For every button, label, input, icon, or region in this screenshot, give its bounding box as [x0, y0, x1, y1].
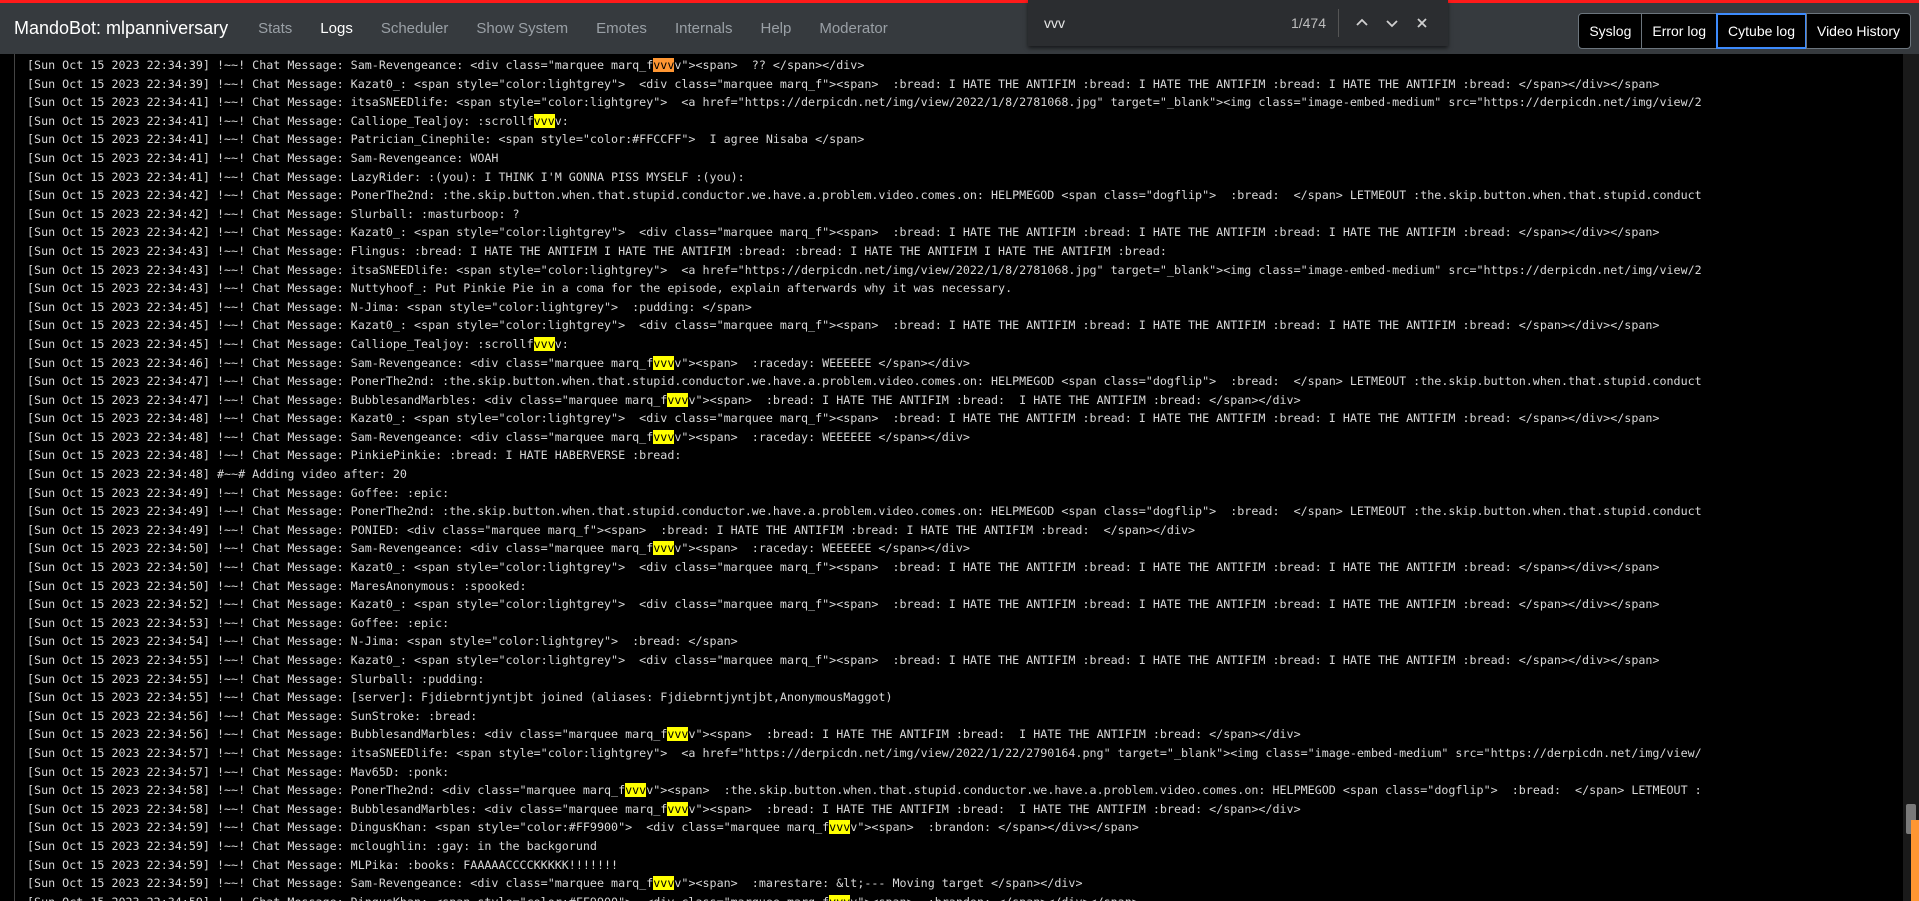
log-line: [Sun Oct 15 2023 22:34:43] !~~! Chat Mes… — [27, 281, 1013, 296]
log-line: [Sun Oct 15 2023 22:34:59] !~~! Chat Mes… — [27, 876, 1083, 891]
search-highlight: vvv — [667, 727, 689, 742]
nav-link-emotes[interactable]: Emotes — [582, 20, 661, 37]
find-divider — [1338, 9, 1339, 37]
search-highlight: vvv — [533, 336, 555, 351]
scrollbar[interactable] — [1903, 54, 1919, 901]
search-highlight: vvv — [667, 392, 689, 407]
log-line: [Sun Oct 15 2023 22:34:42] !~~! Chat Mes… — [27, 188, 1702, 203]
search-highlight: vvv — [653, 355, 675, 370]
log-line: [Sun Oct 15 2023 22:34:43] !~~! Chat Mes… — [27, 243, 1167, 258]
search-highlight: vvv — [625, 783, 647, 798]
nav-link-scheduler[interactable]: Scheduler — [367, 20, 463, 37]
nav-link-logs[interactable]: Logs — [306, 20, 367, 37]
search-highlight: vvv — [829, 820, 851, 835]
log-line: [Sun Oct 15 2023 22:34:45] !~~! Chat Mes… — [27, 336, 569, 351]
log-line: [Sun Oct 15 2023 22:34:59] !~~! Chat Mes… — [27, 893, 1889, 901]
search-highlight: vvv — [653, 429, 675, 444]
log-line: [Sun Oct 15 2023 22:34:43] !~~! Chat Mes… — [27, 262, 1702, 277]
log-line: [Sun Oct 15 2023 22:34:46] !~~! Chat Mes… — [27, 355, 970, 370]
log-line: [Sun Oct 15 2023 22:34:42] !~~! Chat Mes… — [27, 206, 520, 221]
scrollbar-match-marker — [1911, 820, 1919, 901]
log-content-area: [Sun Oct 15 2023 22:34:39] !~~! Chat Mes… — [14, 54, 1889, 901]
log-line: [Sun Oct 15 2023 22:34:47] !~~! Chat Mes… — [27, 374, 1702, 389]
log-line: [Sun Oct 15 2023 22:34:48] !~~! Chat Mes… — [27, 448, 682, 463]
navbar: MandoBot: mlpanniversary Stats Logs Sche… — [0, 3, 1919, 54]
search-highlight: vvv — [667, 801, 689, 816]
search-highlight: vvv — [653, 876, 675, 891]
log-line: [Sun Oct 15 2023 22:34:55] !~~! Chat Mes… — [27, 690, 893, 705]
log-line: [Sun Oct 15 2023 22:34:45] !~~! Chat Mes… — [27, 299, 752, 314]
log-line: [Sun Oct 15 2023 22:34:41] !~~! Chat Mes… — [27, 169, 745, 184]
search-highlight: vvv — [653, 58, 675, 72]
nav-link-moderator[interactable]: Moderator — [805, 20, 901, 37]
log-line: [Sun Oct 15 2023 22:34:41] !~~! Chat Mes… — [27, 132, 865, 147]
find-match-count: 1/474 — [1290, 15, 1326, 31]
close-icon[interactable] — [1407, 8, 1437, 38]
find-input[interactable] — [1042, 14, 1266, 32]
log-line: [Sun Oct 15 2023 22:34:55] !~~! Chat Mes… — [27, 653, 1660, 667]
log-line: [Sun Oct 15 2023 22:34:48] #~~# Adding v… — [27, 467, 407, 482]
brand-title[interactable]: MandoBot: mlpanniversary — [14, 18, 228, 39]
log-line: [Sun Oct 15 2023 22:34:39] !~~! Chat Mes… — [27, 76, 1660, 91]
log-line: [Sun Oct 15 2023 22:34:50] !~~! Chat Mes… — [27, 560, 1660, 575]
syslog-button[interactable]: Syslog — [1578, 13, 1643, 49]
log-text: [Sun Oct 15 2023 22:34:39] !~~! Chat Mes… — [15, 54, 1889, 901]
search-highlight: vvv — [653, 541, 675, 556]
chevron-up-icon[interactable] — [1347, 8, 1377, 38]
cytube-log-button[interactable]: Cytube log — [1716, 13, 1807, 49]
log-line: [Sun Oct 15 2023 22:34:41] !~~! Chat Mes… — [27, 95, 1702, 110]
search-highlight: vvv — [829, 894, 851, 901]
chevron-down-icon[interactable] — [1377, 8, 1407, 38]
log-line: [Sun Oct 15 2023 22:34:41] !~~! Chat Mes… — [27, 150, 499, 165]
log-line: [Sun Oct 15 2023 22:34:49] !~~! Chat Mes… — [27, 504, 1702, 519]
log-line: [Sun Oct 15 2023 22:34:39] !~~! Chat Mes… — [27, 58, 865, 72]
error-log-button[interactable]: Error log — [1641, 13, 1718, 49]
log-line: [Sun Oct 15 2023 22:34:56] !~~! Chat Mes… — [27, 727, 1301, 742]
nav-link-internals[interactable]: Internals — [661, 20, 747, 37]
log-line: [Sun Oct 15 2023 22:34:57] !~~! Chat Mes… — [27, 764, 450, 779]
log-line: [Sun Oct 15 2023 22:34:56] !~~! Chat Mes… — [27, 708, 478, 723]
log-line: [Sun Oct 15 2023 22:34:58] !~~! Chat Mes… — [27, 801, 1301, 816]
log-line: [Sun Oct 15 2023 22:34:48] !~~! Chat Mes… — [27, 429, 970, 444]
log-line: [Sun Oct 15 2023 22:34:48] !~~! Chat Mes… — [27, 411, 1660, 426]
log-line: [Sun Oct 15 2023 22:34:58] !~~! Chat Mes… — [27, 783, 1702, 798]
log-line: [Sun Oct 15 2023 22:34:55] !~~! Chat Mes… — [27, 671, 485, 686]
video-history-button[interactable]: Video History — [1805, 13, 1911, 49]
nav-link-show-system[interactable]: Show System — [462, 20, 582, 37]
log-line: [Sun Oct 15 2023 22:34:50] !~~! Chat Mes… — [27, 541, 970, 556]
log-line: [Sun Oct 15 2023 22:34:47] !~~! Chat Mes… — [27, 392, 1301, 407]
nav-link-stats[interactable]: Stats — [244, 20, 306, 37]
log-line: [Sun Oct 15 2023 22:34:49] !~~! Chat Mes… — [27, 485, 450, 500]
log-line: [Sun Oct 15 2023 22:34:57] !~~! Chat Mes… — [27, 745, 1702, 760]
log-line: [Sun Oct 15 2023 22:34:59] !~~! Chat Mes… — [27, 820, 1139, 835]
nav-link-help[interactable]: Help — [746, 20, 805, 37]
log-line: [Sun Oct 15 2023 22:34:59] !~~! Chat Mes… — [27, 838, 597, 853]
search-highlight: vvv — [533, 113, 555, 128]
find-in-page-bar: 1/474 — [1028, 0, 1448, 46]
log-line: [Sun Oct 15 2023 22:34:50] !~~! Chat Mes… — [27, 578, 527, 593]
log-line: [Sun Oct 15 2023 22:34:52] !~~! Chat Mes… — [27, 597, 1660, 612]
log-line: [Sun Oct 15 2023 22:34:49] !~~! Chat Mes… — [27, 522, 1196, 537]
log-line: [Sun Oct 15 2023 22:34:42] !~~! Chat Mes… — [27, 225, 1660, 240]
log-line: [Sun Oct 15 2023 22:34:59] !~~! Chat Mes… — [27, 857, 619, 872]
log-line: [Sun Oct 15 2023 22:34:53] !~~! Chat Mes… — [27, 615, 450, 630]
log-type-button-group: Syslog Error log Cytube log Video Histor… — [1578, 13, 1911, 49]
log-line: [Sun Oct 15 2023 22:34:54] !~~! Chat Mes… — [27, 634, 738, 649]
log-line: [Sun Oct 15 2023 22:34:45] !~~! Chat Mes… — [27, 318, 1660, 333]
log-line: [Sun Oct 15 2023 22:34:41] !~~! Chat Mes… — [27, 113, 569, 128]
